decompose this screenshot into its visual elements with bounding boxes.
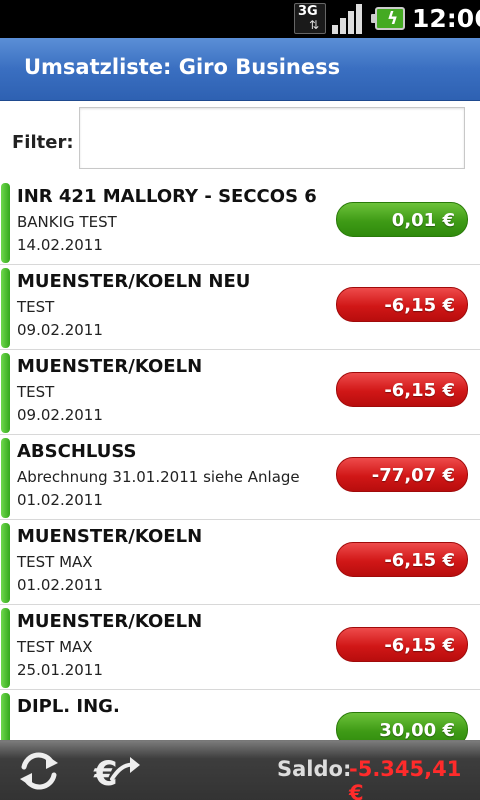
amount-badge: -77,07 € — [336, 457, 468, 492]
title-bar: Umsatzliste: Giro Business — [0, 38, 480, 101]
page-title: Umsatzliste: Giro Business — [24, 55, 341, 79]
transaction-row[interactable]: DIPL. ING.25.01.201130,00 € — [0, 690, 480, 740]
bottom-bar: € Saldo: -5.345,41 € — [0, 740, 480, 800]
amount-badge: 30,00 € — [336, 712, 468, 740]
transaction-row[interactable]: MUENSTER/KOELN NEU TEST 09.02.2011 -6,15 € — [0, 265, 480, 350]
transaction-description: TEST — [17, 383, 55, 401]
transaction-date: 25.01.2011 — [17, 661, 103, 679]
row-status-stripe — [1, 268, 10, 348]
transaction-row[interactable]: MUENSTER/KOELN TEST 09.02.2011 -6,15 € — [0, 350, 480, 435]
transaction-name: DIPL. ING. — [17, 696, 120, 717]
euro-transfer-icon[interactable]: € — [92, 749, 142, 794]
amount-badge: -6,15 € — [336, 542, 468, 577]
transaction-row[interactable]: INR 421 MALLORY - SECCOS 6 BANKIG TEST 14.… — [0, 180, 480, 265]
status-bar: 3G ⇅ ϟ 12:06 — [0, 0, 480, 38]
transaction-name: MUENSTER/KOELN — [17, 611, 203, 632]
filter-label: Filter: — [12, 132, 74, 153]
transaction-date: 01.02.2011 — [17, 576, 103, 594]
transaction-date: 01.02.2011 — [17, 491, 103, 509]
amount-badge: 0,01 € — [336, 202, 468, 237]
battery-charging-icon: ϟ — [371, 7, 405, 30]
transaction-list[interactable]: INR 421 MALLORY - SECCOS 6 BANKIG TEST 14.… — [0, 180, 480, 740]
transaction-name: MUENSTER/KOELN — [17, 526, 203, 547]
transaction-row[interactable]: MUENSTER/KOELN TEST MAX 25.01.2011 -6,15 € — [0, 605, 480, 690]
saldo-label: Saldo: — [277, 757, 352, 781]
row-status-stripe — [1, 523, 10, 603]
filter-input[interactable] — [79, 107, 465, 169]
transaction-row[interactable]: MUENSTER/KOELN TEST MAX 01.02.2011 -6,15 € — [0, 520, 480, 605]
transaction-name: ABSCHLUSS — [17, 441, 137, 462]
transaction-description: TEST MAX — [17, 638, 93, 656]
network-type-label: 3G — [298, 4, 318, 19]
transaction-row[interactable]: ABSCHLUSS Abrechnung 31.01.2011 siehe Anl… — [0, 435, 480, 520]
saldo-value: -5.345,41 € — [349, 757, 462, 800]
refresh-icon[interactable] — [16, 749, 62, 793]
network-3g-icon: 3G ⇅ — [294, 3, 326, 34]
transaction-name: MUENSTER/KOELN NEU — [17, 271, 251, 292]
data-arrows-icon: ⇅ — [309, 18, 320, 32]
transaction-name: MUENSTER/KOELN — [17, 356, 203, 377]
transaction-date: 14.02.2011 — [17, 236, 103, 254]
transaction-description: BANKIG TEST — [17, 213, 117, 231]
transaction-description: TEST MAX — [17, 553, 93, 571]
amount-badge: -6,15 € — [336, 372, 468, 407]
amount-badge: -6,15 € — [336, 627, 468, 662]
clock: 12:06 — [412, 4, 480, 33]
row-status-stripe — [1, 353, 10, 433]
row-status-stripe — [1, 693, 10, 740]
amount-badge: -6,15 € — [336, 287, 468, 322]
filter-row: Filter: — [0, 101, 480, 180]
row-status-stripe — [1, 438, 10, 518]
signal-icon — [332, 4, 364, 34]
transaction-name: INR 421 MALLORY - SECCOS 6 — [17, 186, 317, 207]
transaction-date: 09.02.2011 — [17, 321, 103, 339]
transaction-description: TEST — [17, 298, 55, 316]
transaction-date: 09.02.2011 — [17, 406, 103, 424]
row-status-stripe — [1, 608, 10, 688]
row-status-stripe — [1, 183, 10, 263]
transaction-description: Abrechnung 31.01.2011 siehe Anlage — [17, 468, 300, 486]
